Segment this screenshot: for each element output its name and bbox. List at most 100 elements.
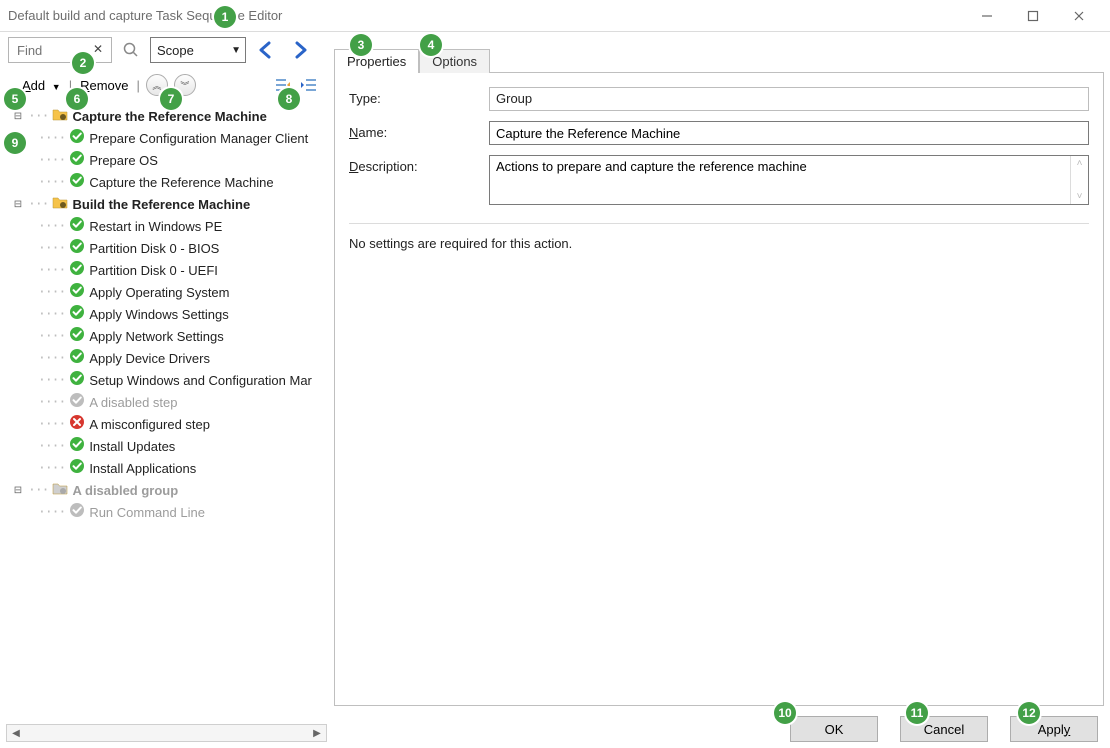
status-icon xyxy=(69,304,85,326)
dialog-button-row: OK Cancel Apply xyxy=(334,706,1104,742)
annotation-badge: 6 xyxy=(66,88,88,110)
status-icon xyxy=(69,216,85,238)
status-icon xyxy=(69,370,85,392)
collapse-icon[interactable]: ⊟ xyxy=(12,485,24,497)
close-button[interactable] xyxy=(1056,0,1102,32)
tree-step-label: Apply Operating System xyxy=(89,283,229,303)
tree-step[interactable]: ····Apply Operating System xyxy=(10,282,327,304)
add-menu[interactable]: Add ▼ xyxy=(20,76,63,95)
tree-step-label: Restart in Windows PE xyxy=(89,217,222,237)
status-icon xyxy=(69,392,85,414)
status-icon xyxy=(69,458,85,480)
tree-step-label: Capture the Reference Machine xyxy=(89,173,273,193)
tree-step-label: A disabled step xyxy=(89,393,177,413)
tree-step[interactable]: ····Run Command Line xyxy=(10,502,327,524)
properties-panel: Type: Group Name: Description: Actions t… xyxy=(334,72,1104,706)
collapse-icon[interactable]: ⊟ xyxy=(12,199,24,211)
annotation-badge: 7 xyxy=(160,88,182,110)
tree-step[interactable]: ····A disabled step xyxy=(10,392,327,414)
annotation-badge: 2 xyxy=(72,52,94,74)
tree-group-label: Capture the Reference Machine xyxy=(72,107,266,127)
ok-button[interactable]: OK xyxy=(790,716,878,742)
annotation-badge: 9 xyxy=(4,132,26,154)
tree-step[interactable]: ····Install Applications xyxy=(10,458,327,480)
left-pane: Add ▼ | Remove | ︽ ︾ ⊟···Capture the Ref… xyxy=(6,72,328,742)
title-bar: Default build and capture Task Sequence … xyxy=(0,0,1110,32)
scroll-right-icon[interactable]: ▶ xyxy=(308,725,326,741)
tree-step[interactable]: ····Prepare Configuration Manager Client xyxy=(10,128,327,150)
name-input[interactable] xyxy=(489,121,1089,145)
main-area: Add ▼ | Remove | ︽ ︾ ⊟···Capture the Ref… xyxy=(6,72,1104,742)
annotation-badge: 4 xyxy=(420,34,442,56)
description-input[interactable]: Actions to prepare and capture the refer… xyxy=(490,156,1070,204)
scope-dropdown[interactable]: Scope ▼ xyxy=(150,37,246,63)
annotation-badge: 8 xyxy=(278,88,300,110)
annotation-badge: 11 xyxy=(906,702,928,724)
divider xyxy=(349,223,1089,224)
tree-step-label: Partition Disk 0 - BIOS xyxy=(89,239,219,259)
tree-step[interactable]: ····Partition Disk 0 - UEFI xyxy=(10,260,327,282)
nav-back-button[interactable] xyxy=(252,37,280,63)
tree-step[interactable]: ····Setup Windows and Configuration Mar xyxy=(10,370,327,392)
status-icon xyxy=(69,436,85,458)
annotation-badge: 3 xyxy=(350,34,372,56)
tree-step[interactable]: ····Prepare OS xyxy=(10,150,327,172)
horizontal-scrollbar[interactable]: ◀ ▶ xyxy=(6,724,327,742)
tree-step[interactable]: ····Capture the Reference Machine xyxy=(10,172,327,194)
tree-step-label: Apply Network Settings xyxy=(89,327,223,347)
tree-group[interactable]: ⊟···A disabled group xyxy=(10,480,327,502)
tree-step[interactable]: ····Install Updates xyxy=(10,436,327,458)
scope-label: Scope xyxy=(157,43,194,58)
tree-step-label: Partition Disk 0 - UEFI xyxy=(89,261,218,281)
textarea-scrollbar[interactable]: ˄˅ xyxy=(1070,156,1088,204)
status-icon xyxy=(69,238,85,260)
tree-group-label: Build the Reference Machine xyxy=(72,195,250,215)
maximize-button[interactable] xyxy=(1010,0,1056,32)
annotation-badge: 12 xyxy=(1018,702,1040,724)
name-label: Name: xyxy=(349,121,489,140)
tree-group-label: A disabled group xyxy=(72,481,178,501)
tree-step[interactable]: ····Apply Network Settings xyxy=(10,326,327,348)
annotation-badge: 10 xyxy=(774,702,796,724)
tab-strip: Properties Options xyxy=(334,46,1104,72)
tree-step-label: Run Command Line xyxy=(89,503,205,523)
annotation-badge: 1 xyxy=(214,6,236,28)
find-input-wrapper[interactable]: ✕ xyxy=(8,37,112,63)
window-title: Default build and capture Task Sequence … xyxy=(8,8,964,23)
minimize-button[interactable] xyxy=(964,0,1010,32)
description-label: Description: xyxy=(349,155,489,174)
chevron-down-icon: ▼ xyxy=(231,45,241,56)
tree-step[interactable]: ····Apply Windows Settings xyxy=(10,304,327,326)
search-icon[interactable] xyxy=(118,37,144,63)
type-label: Type: xyxy=(349,87,489,106)
status-icon xyxy=(69,348,85,370)
tree-step[interactable]: ····Apply Device Drivers xyxy=(10,348,327,370)
scroll-left-icon[interactable]: ◀ xyxy=(7,725,25,741)
tab-properties[interactable]: Properties xyxy=(334,49,419,73)
tree-step-label: Install Applications xyxy=(89,459,196,479)
status-icon xyxy=(69,172,85,194)
tree-step-label: Setup Windows and Configuration Mar xyxy=(89,371,312,391)
task-tree[interactable]: ⊟···Capture the Reference Machine····Pre… xyxy=(6,102,327,724)
tree-step-label: Prepare Configuration Manager Client xyxy=(89,129,308,149)
toolbar-separator: | xyxy=(137,78,140,93)
tree-step[interactable]: ····Partition Disk 0 - BIOS xyxy=(10,238,327,260)
tree-step-label: Apply Windows Settings xyxy=(89,305,228,325)
tree-step[interactable]: ····A misconfigured step xyxy=(10,414,327,436)
indent-icon[interactable] xyxy=(299,75,319,95)
annotation-badge: 5 xyxy=(4,88,26,110)
tree-step-label: A misconfigured step xyxy=(89,415,210,435)
right-pane: Properties Options Type: Group Name: Des… xyxy=(328,72,1104,742)
status-icon xyxy=(69,414,85,436)
window-controls xyxy=(964,0,1102,32)
tree-step-label: Apply Device Drivers xyxy=(89,349,210,369)
description-wrapper: Actions to prepare and capture the refer… xyxy=(489,155,1089,205)
status-icon xyxy=(69,260,85,282)
status-icon xyxy=(69,150,85,172)
nav-forward-button[interactable] xyxy=(286,37,314,63)
folder-icon xyxy=(52,106,68,128)
tree-step-label: Install Updates xyxy=(89,437,175,457)
collapse-icon[interactable]: ⊟ xyxy=(12,111,24,123)
tree-step[interactable]: ····Restart in Windows PE xyxy=(10,216,327,238)
tree-group[interactable]: ⊟···Build the Reference Machine xyxy=(10,194,327,216)
